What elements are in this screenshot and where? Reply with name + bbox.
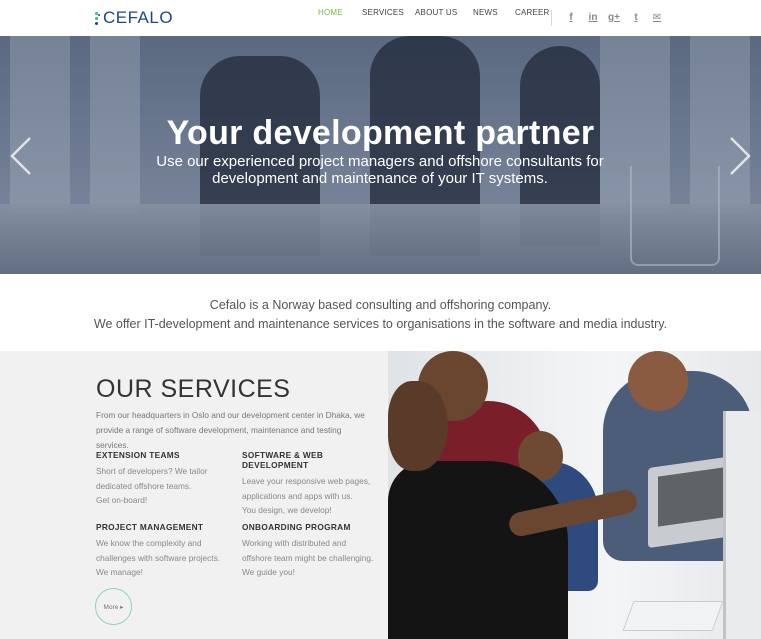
hero-subtitle-line1: Use our experienced project managers and… [156,153,604,170]
logo-text: CEFALO [103,8,174,27]
service-title: SOFTWARE & WEB DEVELOPMENT [242,450,324,470]
service-title: EXTENSION TEAMS [96,450,180,460]
photo-keyboard [622,601,724,631]
nav-about-us[interactable]: ABOUT US [415,8,457,17]
nav-home[interactable]: HOME [318,8,343,17]
service-text: Leave your responsive web pages, applica… [242,476,371,515]
intro-section: Cefalo is a Norway based consulting and … [0,274,761,351]
nav-news[interactable]: NEWS [473,8,498,17]
hero-title: Your development partner [166,114,595,152]
facebook-icon[interactable]: f [565,12,577,24]
nav-divider [551,10,552,26]
services-title: OUR SERVICES [96,375,291,403]
service-title: PROJECT MANAGEMENT [96,522,204,532]
service-extension-teams: EXTENSION TEAMS Short of developers? We … [96,450,236,508]
hero-subtitle: Use our experienced project managers and… [140,153,620,187]
nav-career[interactable]: CAREER [515,8,550,17]
nav-services[interactable]: SERVICES [362,8,404,17]
service-text: We know the complexity and challenges wi… [96,538,221,577]
google-plus-icon[interactable]: g+ [608,12,620,24]
service-text: Working with distributed and offshore te… [242,538,374,577]
photo-monitor [723,411,761,639]
team-photo [388,351,761,639]
logo-dots-icon [95,10,101,26]
intro-line2: We offer IT-development and maintenance … [93,317,668,331]
service-title: ONBOARDING PROGRAM [242,522,351,532]
service-text: Short of developers? We tailor dedicated… [96,466,208,505]
hero-subtitle-line2: development and maintenance of your IT s… [212,170,548,187]
slider-prev-arrow-icon[interactable] [8,136,36,176]
hero-slider: Your development partner Use our experie… [0,36,761,274]
cefalo-logo[interactable]: CEFALO [95,9,173,27]
service-onboarding-program: ONBOARDING PROGRAM Working with distribu… [242,522,388,580]
services-description: From our headquarters in Oslo and our de… [96,410,365,450]
site-header: CEFALO HOME SERVICES ABOUT US NEWS CAREE… [0,0,761,36]
service-project-management: PROJECT MANAGEMENT We know the complexit… [96,522,236,580]
services-section: OUR SERVICES From our headquarters in Os… [0,351,388,639]
slider-next-arrow-icon[interactable] [725,136,753,176]
email-icon[interactable]: ✉ [651,12,663,24]
more-button[interactable]: More ▸ [95,588,132,625]
photo-person [388,461,568,639]
service-software-web-development: SOFTWARE & WEB DEVELOPMENT Leave your re… [242,450,388,518]
twitter-icon[interactable]: t [630,12,642,24]
intro-line1: Cefalo is a Norway based consulting and … [209,298,552,312]
linkedin-icon[interactable]: in [587,12,599,24]
